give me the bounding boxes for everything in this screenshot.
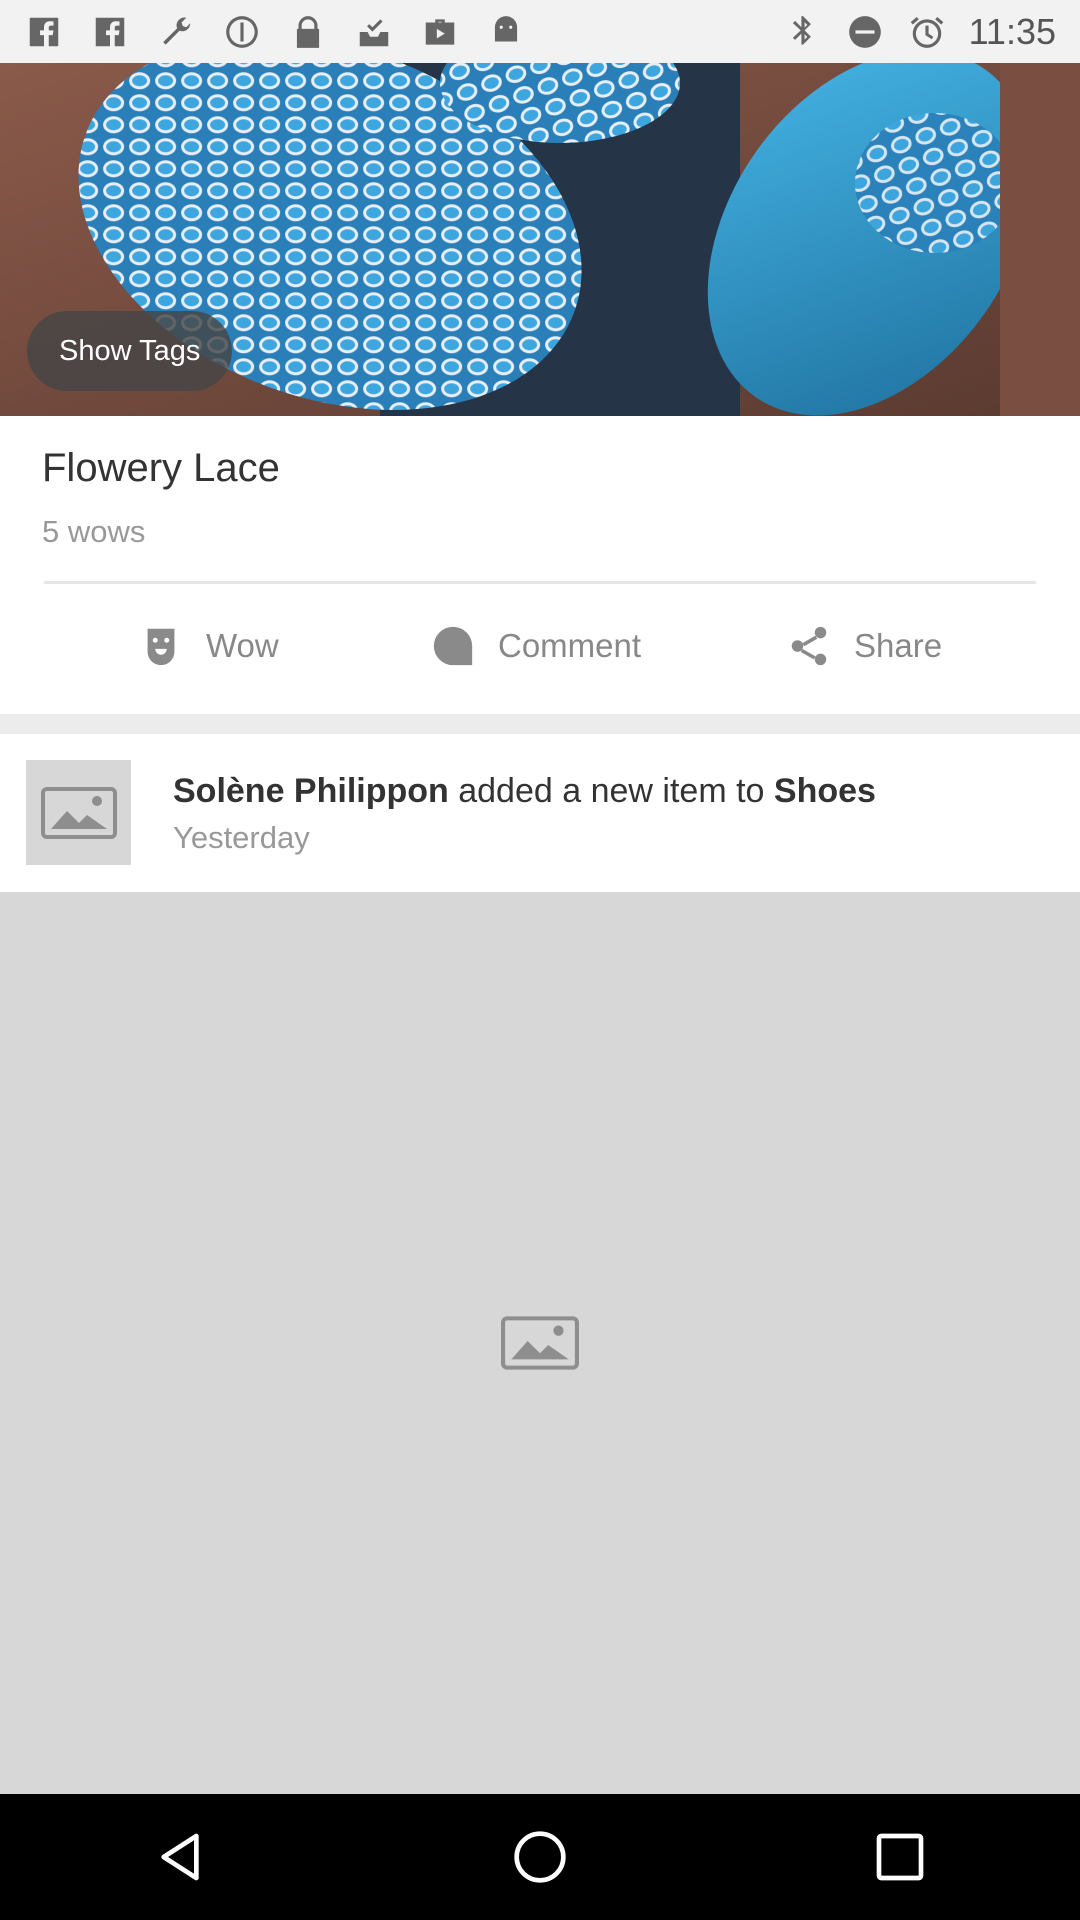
activity-item[interactable]: Solène Philippon added a new item to Sho… (0, 734, 1080, 892)
activity-time: Yesterday (173, 820, 310, 855)
back-triangle-icon (161, 1833, 199, 1881)
status-right-icons: 11:35 (783, 11, 1056, 53)
back-button[interactable] (120, 1797, 240, 1917)
facebook-icon (24, 12, 64, 52)
post-title: Flowery Lace (42, 446, 280, 490)
circle-icon (222, 12, 262, 52)
wows-count[interactable]: 5 wows (42, 514, 145, 550)
wrench-icon (156, 12, 196, 52)
recents-square-icon (876, 1833, 924, 1881)
screen: 11:35 Show Tags Flowery Lace 5 wows Wow … (0, 0, 1080, 1920)
status-left-icons (24, 12, 526, 52)
activity-text: Solène Philippon added a new item to Sho… (173, 772, 876, 811)
item-image-placeholder[interactable] (0, 892, 1080, 1794)
wow-button[interactable]: Wow (138, 616, 279, 676)
wow-label: Wow (206, 627, 279, 664)
comment-label: Comment (498, 627, 642, 664)
share-button[interactable]: Share (786, 616, 942, 676)
activity-action-text: added a new item to (448, 772, 774, 810)
clock: 11:35 (968, 10, 1056, 52)
navigation-bar (0, 1794, 1080, 1920)
status-bar: 11:35 (0, 0, 1080, 63)
post-actions: Wow Comment Share (0, 616, 1080, 676)
post-card: Flowery Lace 5 wows Wow Comment Share (0, 416, 1080, 714)
home-circle-icon (514, 1831, 566, 1883)
briefcase-icon (420, 12, 460, 52)
share-icon (791, 626, 827, 666)
wow-face-icon (147, 628, 175, 666)
share-label: Share (854, 627, 943, 664)
item-thumbnail[interactable] (26, 760, 131, 865)
bluetooth-icon (783, 12, 823, 52)
post-image[interactable]: Show Tags (0, 63, 1080, 416)
user-name-link[interactable]: Solène Philippon (173, 772, 449, 810)
comment-bubble-icon (433, 626, 473, 666)
inbox-check-icon (354, 12, 394, 52)
image-placeholder-icon (40, 786, 117, 839)
comment-button[interactable]: Comment (430, 616, 641, 676)
home-button[interactable] (480, 1797, 600, 1917)
android-icon (486, 12, 526, 52)
collection-link[interactable]: Shoes (774, 772, 876, 810)
lock-icon (288, 12, 328, 52)
recents-button[interactable] (840, 1797, 960, 1917)
show-tags-button[interactable]: Show Tags (27, 311, 233, 391)
do-not-disturb-icon (845, 12, 885, 52)
image-placeholder-icon (501, 1316, 579, 1370)
alarm-icon (907, 12, 947, 52)
divider (44, 581, 1036, 584)
facebook-icon (90, 12, 130, 52)
